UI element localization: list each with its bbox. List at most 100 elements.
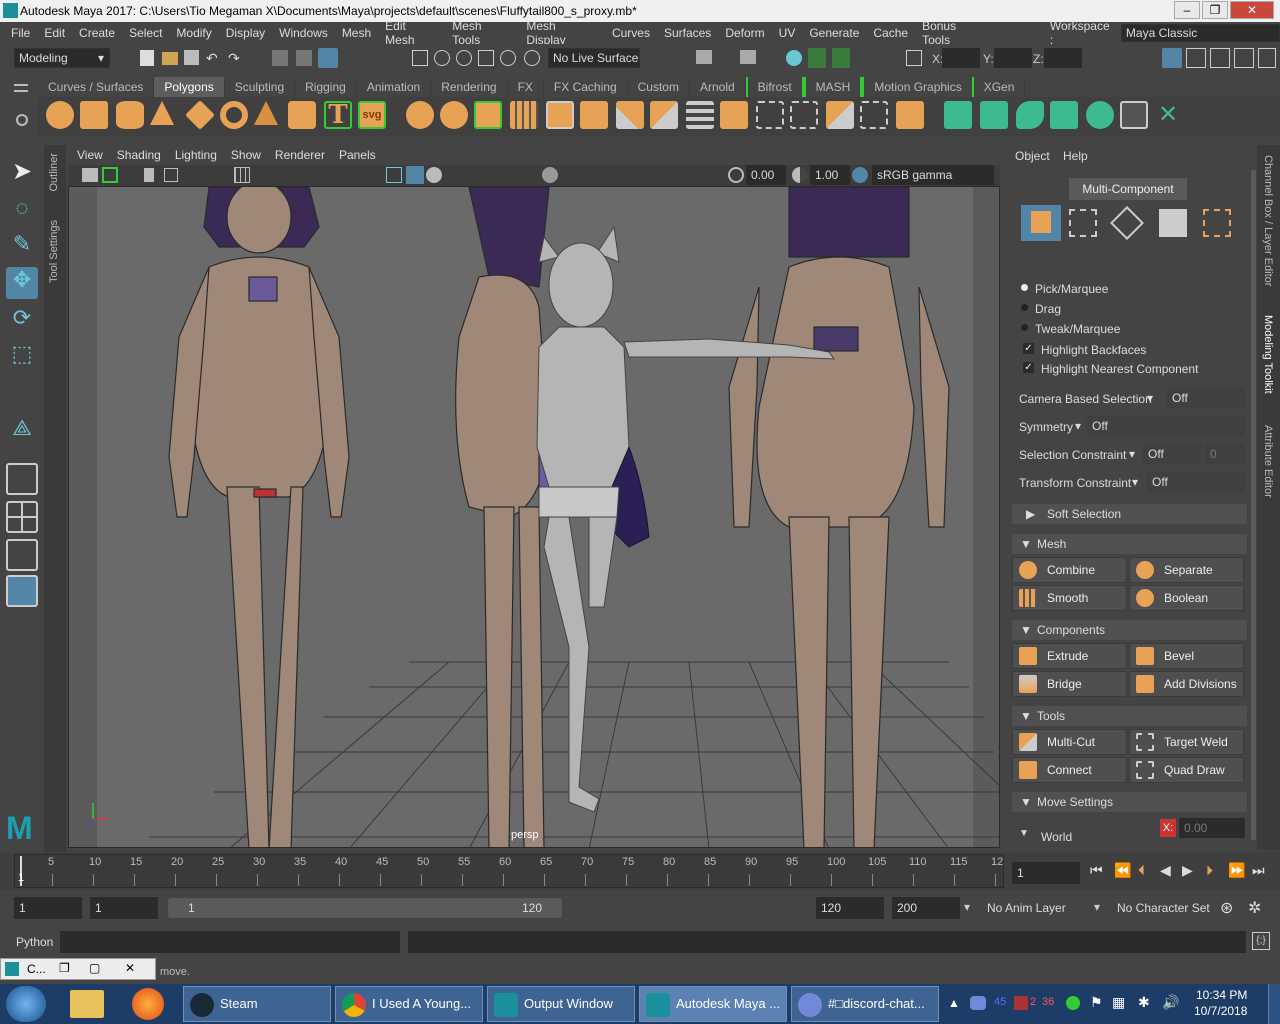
tab-bifrost[interactable]: Bifrost — [745, 77, 804, 97]
reduce-icon[interactable] — [546, 101, 574, 129]
poly-cube-icon[interactable] — [80, 101, 108, 129]
menu-curves[interactable]: Curves — [612, 26, 650, 40]
poly-torus-icon[interactable] — [220, 101, 248, 129]
menu-modify[interactable]: Modify — [176, 26, 211, 40]
menu-create[interactable]: Create — [79, 26, 115, 40]
menu-generate[interactable]: Generate — [809, 26, 859, 40]
append-icon[interactable] — [896, 101, 924, 129]
restore-icon[interactable]: ❐ — [59, 961, 70, 975]
shelf-options-icon[interactable] — [14, 84, 28, 92]
boolean-button[interactable]: Boolean — [1129, 585, 1244, 611]
taskbar-item-discord[interactable]: #□discord-chat... — [791, 986, 939, 1022]
firefox-icon[interactable] — [132, 988, 164, 1020]
command-input[interactable] — [60, 931, 400, 953]
menu-uv[interactable]: UV — [779, 26, 796, 40]
taskbar-item-steam[interactable]: Steam — [183, 986, 331, 1022]
menu-file[interactable]: File — [11, 26, 30, 40]
pencil-icon[interactable] — [616, 101, 644, 129]
outliner-tab[interactable]: Outliner — [48, 153, 60, 192]
multi-component-button[interactable]: Multi-Component — [1069, 178, 1187, 200]
highlight-nearest-checkbox[interactable]: ✓ — [1023, 362, 1034, 373]
extrude-icon[interactable] — [826, 101, 854, 129]
attribute-editor-tab[interactable]: Attribute Editor — [1262, 425, 1274, 498]
paint-select-icon[interactable]: ✎ — [6, 231, 38, 263]
tray-network-icon[interactable]: ▦ — [1112, 994, 1125, 1011]
range-slider[interactable]: 1 120 — [168, 898, 562, 918]
symmetry-value[interactable]: Off — [1087, 416, 1245, 436]
step-forward-frame-icon[interactable]: ⏵ — [1206, 862, 1213, 879]
tab-mash[interactable]: MASH — [803, 77, 863, 97]
lasso-tool-icon[interactable]: ◌ — [6, 195, 38, 227]
poly-cone-icon[interactable] — [150, 101, 174, 125]
undo-icon[interactable]: ↶ — [206, 50, 222, 66]
object-mode-icon[interactable] — [1021, 205, 1061, 241]
show-desktop-button[interactable] — [1268, 984, 1280, 1024]
face-mode-icon[interactable] — [1159, 209, 1187, 237]
script-editor-icon[interactable]: {;} — [1252, 932, 1270, 950]
connect-button[interactable]: Connect — [1012, 757, 1127, 783]
start-button[interactable] — [6, 986, 46, 1022]
combine-button[interactable]: Combine — [1012, 557, 1127, 583]
insert-edge-icon[interactable] — [790, 101, 818, 129]
new-scene-icon[interactable] — [140, 50, 154, 66]
taskbar-item-maya[interactable]: Autodesk Maya ... — [639, 986, 787, 1022]
combine-icon[interactable] — [406, 101, 434, 129]
select-object-icon[interactable] — [296, 50, 312, 66]
chevron-down-icon[interactable]: ▾ — [1094, 900, 1100, 914]
chevron-down-icon[interactable]: ▾ — [964, 900, 970, 914]
close-button[interactable]: ✕ — [1230, 1, 1274, 19]
maximize-icon[interactable]: ▢ — [89, 961, 100, 975]
menu-bonus-tools[interactable]: Bonus Tools — [922, 19, 987, 47]
chevron-down-icon[interactable]: ▾ — [1147, 391, 1153, 405]
bevel-button[interactable]: Bevel — [1129, 643, 1244, 669]
outliner-layout-icon[interactable] — [6, 575, 38, 607]
play-forward-icon[interactable]: ▶ — [1182, 862, 1193, 879]
uv-icon-3[interactable] — [1016, 101, 1044, 129]
open-scene-icon[interactable] — [162, 52, 178, 65]
ipr-icon[interactable] — [740, 50, 756, 64]
grid-toggle-icon[interactable] — [234, 167, 250, 183]
chevron-down-icon[interactable]: ▼ — [1019, 828, 1029, 839]
uv-editor-icon[interactable] — [1120, 101, 1148, 129]
poly-pipe-icon[interactable] — [288, 101, 316, 129]
single-layout-icon[interactable] — [6, 463, 38, 495]
xray-icon[interactable] — [542, 167, 558, 183]
separate-button[interactable]: Separate — [1129, 557, 1244, 583]
menu-cache[interactable]: Cache — [873, 26, 908, 40]
mesh-section-header[interactable]: ▼ Mesh — [1012, 534, 1247, 554]
menu-deform[interactable]: Deform — [725, 26, 764, 40]
menu-mesh[interactable]: Mesh — [342, 26, 371, 40]
channel-box-toggle-icon[interactable] — [1186, 48, 1206, 68]
taskbar-item-output-window[interactable]: Output Window — [487, 986, 635, 1022]
vertex-mode-icon[interactable] — [1069, 209, 1097, 237]
menu-surfaces[interactable]: Surfaces — [664, 26, 711, 40]
poly-plane-icon[interactable] — [185, 100, 215, 130]
exposure-field[interactable]: 0.00 — [746, 165, 786, 185]
minimize-button[interactable]: – — [1174, 1, 1200, 19]
show-hidden-icons-icon[interactable]: ▲ — [948, 996, 960, 1010]
menu-edit-mesh[interactable]: Edit Mesh — [385, 19, 438, 47]
components-section-header[interactable]: ▼ Components — [1012, 620, 1247, 640]
file-explorer-icon[interactable] — [70, 990, 104, 1018]
camera-based-selection-value[interactable]: Off — [1167, 388, 1245, 408]
image-plane-icon[interactable] — [164, 168, 178, 182]
channel-box-tab[interactable]: Channel Box / Layer Editor — [1262, 155, 1274, 286]
bevel-icon[interactable] — [720, 101, 748, 129]
textured-icon[interactable] — [426, 167, 442, 183]
panel-menu-panels[interactable]: Panels — [339, 145, 376, 165]
render-settings-icon[interactable] — [786, 50, 802, 66]
attribute-editor-toggle-icon[interactable] — [1234, 48, 1254, 68]
menu-select[interactable]: Select — [129, 26, 162, 40]
menu-mesh-display[interactable]: Mesh Display — [526, 19, 598, 47]
soft-selection-header[interactable]: ▶ Soft Selection — [1012, 504, 1247, 524]
poly-text-icon[interactable]: T — [324, 101, 352, 129]
poly-svg-icon[interactable]: svg — [358, 101, 386, 129]
multi-cut-icon[interactable] — [650, 101, 678, 129]
viewport-persp[interactable]: persp — [68, 186, 1000, 848]
auto-key-icon[interactable]: ⊛ — [1220, 898, 1233, 918]
highlight-backfaces-checkbox[interactable]: ✓ — [1023, 343, 1034, 354]
camera-select-icon[interactable] — [906, 50, 922, 66]
tab-fx[interactable]: FX — [508, 77, 544, 97]
gamma-field[interactable]: 1.00 — [810, 165, 850, 185]
scale-tool-icon[interactable]: ⬚ — [6, 341, 38, 373]
